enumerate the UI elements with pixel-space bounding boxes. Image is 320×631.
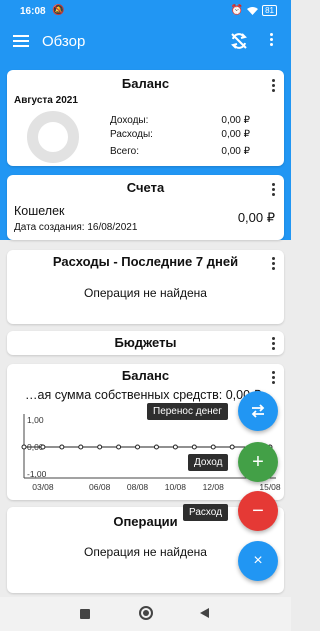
wifi-icon xyxy=(247,7,259,15)
plus-icon: + xyxy=(252,450,264,473)
data-point xyxy=(21,444,27,450)
card-menu-icon[interactable] xyxy=(272,183,275,198)
x-tick-label: 03/08 xyxy=(32,482,54,492)
card-title: Бюджеты xyxy=(114,335,177,350)
status-time: 16:08 xyxy=(20,6,46,17)
add-expense-button[interactable]: − xyxy=(238,491,278,531)
total-row: Всего: 0,00 ₽ xyxy=(110,146,250,157)
row-label: Всего: xyxy=(110,146,139,157)
income-row: Доходы: 0,00 ₽ xyxy=(110,115,250,126)
expense-row: Расходы: 0,00 ₽ xyxy=(110,129,250,140)
balance-donut-chart xyxy=(27,111,79,163)
row-value: 0,00 ₽ xyxy=(221,146,250,157)
accounts-card[interactable]: Счета Кошелек Дата создания: 16/08/2021 … xyxy=(7,175,284,240)
empty-message: Операция не найдена xyxy=(84,286,207,300)
recents-icon[interactable] xyxy=(80,609,90,619)
data-point xyxy=(116,444,122,450)
data-point xyxy=(172,444,178,450)
x-tick-label: 06/08 xyxy=(89,482,111,492)
y-tick-label: 1,00 xyxy=(27,415,44,425)
balance-card: Баланс Августа 2021 Доходы: 0,00 ₽ Расхо… xyxy=(7,70,284,166)
data-point xyxy=(191,444,197,450)
back-icon[interactable] xyxy=(200,608,209,618)
expense-label[interactable]: Расход xyxy=(183,504,228,521)
page-title: Обзор xyxy=(42,33,86,50)
x-tick-label: 10/08 xyxy=(165,482,187,492)
transfer-button[interactable] xyxy=(238,391,278,431)
card-title: Баланс xyxy=(121,76,170,91)
data-point xyxy=(78,444,84,450)
add-income-button[interactable]: + xyxy=(238,442,278,482)
budgets-card[interactable]: Бюджеты xyxy=(7,331,284,355)
x-tick-label: 08/08 xyxy=(127,482,149,492)
row-label: Доходы: xyxy=(110,115,149,126)
data-point xyxy=(97,444,103,450)
month-label: Августа 2021 xyxy=(14,95,78,106)
card-menu-icon[interactable] xyxy=(272,337,275,352)
home-icon[interactable] xyxy=(139,606,153,620)
close-fab-button[interactable]: × xyxy=(238,541,278,581)
row-label: Расходы: xyxy=(110,129,153,140)
x-tick-label: 15/08 xyxy=(259,482,281,492)
row-value: 0,00 ₽ xyxy=(221,129,250,140)
data-point xyxy=(59,444,65,450)
row-value: 0,00 ₽ xyxy=(221,115,250,126)
data-point xyxy=(229,444,235,450)
overflow-menu-icon[interactable] xyxy=(270,33,274,48)
transfer-label[interactable]: Перенос денег xyxy=(147,403,228,420)
card-title: Расходы - Последние 7 дней xyxy=(52,254,239,269)
data-point xyxy=(153,444,159,450)
sync-off-icon[interactable] xyxy=(229,31,249,51)
transfer-icon xyxy=(251,404,265,418)
account-name: Кошелек xyxy=(14,204,65,218)
close-icon: × xyxy=(253,552,263,569)
alarm-icon: ⏰ xyxy=(230,5,244,16)
data-point xyxy=(210,444,216,450)
balance-chart-card: Баланс …ая сумма собственных средств: 0,… xyxy=(7,364,284,500)
account-amount: 0,00 ₽ xyxy=(237,210,275,225)
income-label[interactable]: Доход xyxy=(188,454,229,471)
card-title: Счета xyxy=(126,180,165,195)
card-title: Баланс xyxy=(121,368,170,383)
y-tick-label: -1,00 xyxy=(27,469,47,479)
menu-icon[interactable] xyxy=(13,35,29,47)
account-created-date: Дата создания: 16/08/2021 xyxy=(14,222,138,233)
minus-icon: − xyxy=(252,499,264,522)
card-menu-icon[interactable] xyxy=(272,371,275,386)
data-point xyxy=(40,444,46,450)
status-bar: 16:08 🔕 ⏰ 81 xyxy=(0,0,291,24)
card-menu-icon[interactable] xyxy=(272,257,275,272)
app-bar: Обзор xyxy=(0,24,291,60)
battery-icon: 81 xyxy=(262,5,277,16)
card-menu-icon[interactable] xyxy=(272,79,275,94)
system-nav-bar xyxy=(0,597,291,631)
data-point xyxy=(135,444,141,450)
status-icons: ⏰ 81 xyxy=(231,5,277,16)
expenses-card: Расходы - Последние 7 дней Операция не н… xyxy=(7,250,284,324)
mute-icon: 🔕 xyxy=(52,5,65,16)
x-tick-label: 12/08 xyxy=(203,482,225,492)
